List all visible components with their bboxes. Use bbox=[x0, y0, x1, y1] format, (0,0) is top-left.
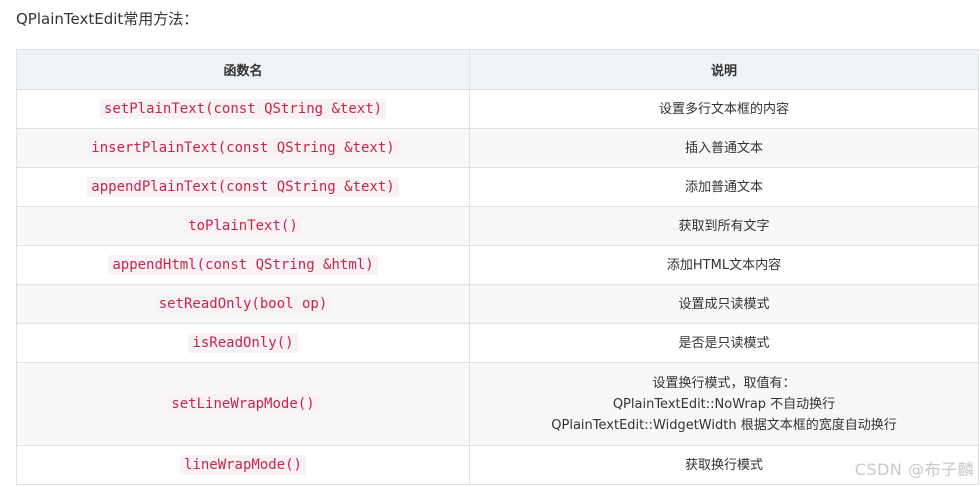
function-code: lineWrapMode() bbox=[179, 455, 306, 475]
table-row: isReadOnly() 是否是只读模式 bbox=[16, 323, 979, 363]
table-row: setLineWrapMode() 设置换行模式，取值有： QPlainText… bbox=[16, 362, 979, 446]
function-cell: insertPlainText(const QString &text) bbox=[16, 128, 470, 168]
function-code: toPlainText() bbox=[184, 216, 302, 236]
function-cell: setPlainText(const QString &text) bbox=[16, 89, 470, 129]
description-cell: 获取到所有文字 bbox=[469, 206, 979, 246]
function-cell: lineWrapMode() bbox=[16, 445, 470, 485]
description-cell: 设置成只读模式 bbox=[469, 284, 979, 324]
table-row: lineWrapMode() 获取换行模式 bbox=[16, 445, 979, 485]
function-code: appendPlainText(const QString &text) bbox=[87, 177, 399, 197]
function-cell: appendPlainText(const QString &text) bbox=[16, 167, 470, 207]
description-text: 是否是只读模式 bbox=[678, 335, 770, 351]
function-code: insertPlainText(const QString &text) bbox=[87, 138, 399, 158]
description-cell: 设置换行模式，取值有： QPlainTextEdit::NoWrap 不自动换行… bbox=[469, 362, 979, 446]
function-cell: setLineWrapMode() bbox=[16, 362, 470, 446]
description-text: 设置成只读模式 bbox=[678, 296, 770, 312]
header-description: 说明 bbox=[469, 49, 979, 90]
function-code: setLineWrapMode() bbox=[167, 394, 319, 414]
table-row: toPlainText() 获取到所有文字 bbox=[16, 206, 979, 246]
description-line: 设置换行模式，取值有： bbox=[652, 375, 796, 391]
function-code: appendHtml(const QString &html) bbox=[108, 255, 378, 275]
function-code: setReadOnly(bool op) bbox=[154, 294, 332, 314]
description-cell: 添加普通文本 bbox=[469, 167, 979, 207]
description-text: 添加HTML文本内容 bbox=[666, 257, 782, 273]
header-function-name: 函数名 bbox=[16, 49, 470, 90]
description-line: QPlainTextEdit::NoWrap 不自动换行 bbox=[612, 396, 836, 412]
function-cell: toPlainText() bbox=[16, 206, 470, 246]
intro-text: QPlainTextEdit常用方法： bbox=[16, 10, 199, 28]
description-cell: 是否是只读模式 bbox=[469, 323, 979, 363]
description-text: 插入普通文本 bbox=[684, 140, 763, 156]
description-line: QPlainTextEdit::WidgetWidth 根据文本框的宽度自动换行 bbox=[551, 417, 897, 433]
function-cell: appendHtml(const QString &html) bbox=[16, 245, 470, 285]
description-text: 添加普通文本 bbox=[684, 179, 763, 195]
description-cell: 插入普通文本 bbox=[469, 128, 979, 168]
table-row: insertPlainText(const QString &text) 插入普… bbox=[16, 128, 979, 168]
function-code: setPlainText(const QString &text) bbox=[99, 99, 387, 119]
table-header-row: 函数名 说明 bbox=[16, 49, 979, 90]
description-cell: 添加HTML文本内容 bbox=[469, 245, 979, 285]
table-row: appendPlainText(const QString &text) 添加普… bbox=[16, 167, 979, 207]
watermark: CSDN @布子麟 bbox=[854, 460, 974, 479]
function-cell: isReadOnly() bbox=[16, 323, 470, 363]
function-code: isReadOnly() bbox=[188, 333, 298, 353]
description-text: 获取换行模式 bbox=[684, 457, 763, 473]
function-cell: setReadOnly(bool op) bbox=[16, 284, 470, 324]
table-row: appendHtml(const QString &html) 添加HTML文本… bbox=[16, 245, 979, 285]
description-cell: 设置多行文本框的内容 bbox=[469, 89, 979, 129]
table-row: setPlainText(const QString &text) 设置多行文本… bbox=[16, 89, 979, 129]
description-text: 设置换行模式，取值有： QPlainTextEdit::NoWrap 不自动换行… bbox=[478, 373, 970, 436]
description-text: 获取到所有文字 bbox=[678, 218, 770, 234]
description-text: 设置多行文本框的内容 bbox=[658, 101, 789, 117]
methods-table: 函数名 说明 setPlainText(const QString &text)… bbox=[16, 49, 979, 485]
table-row: setReadOnly(bool op) 设置成只读模式 bbox=[16, 284, 979, 324]
